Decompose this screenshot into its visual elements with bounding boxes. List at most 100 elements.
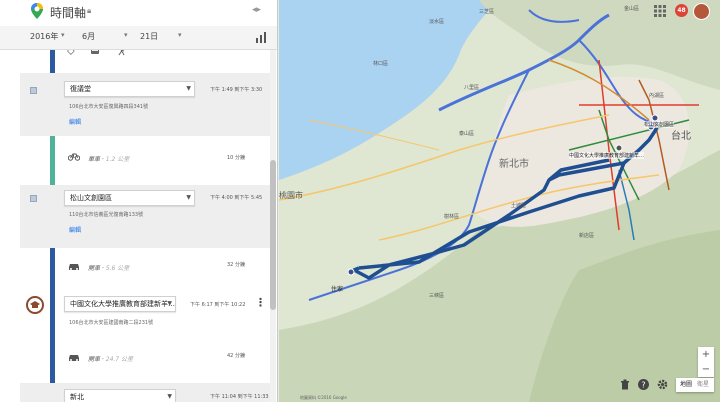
car-icon (69, 264, 79, 270)
map-label-city: 桃園市 (279, 191, 303, 200)
map-label-place: 中國文化大學推廣教育部建新羊… (569, 152, 645, 159)
bicycle-icon (68, 153, 80, 161)
place-name-select[interactable]: 復議堂 ▼ (64, 81, 195, 97)
collapse-panel-button[interactable]: ◂▸ (252, 5, 261, 15)
place-name-select[interactable]: 中國文化大學推廣教育部建新羊… ▼ (64, 296, 176, 312)
map-canvas[interactable] (278, 0, 720, 402)
map-label-district: 三峽區 (429, 293, 445, 299)
year-value: 2016年 (30, 32, 59, 41)
day-value: 21日 (140, 32, 159, 41)
top-bar: 時間軸 🔒︎ ◂▸ (0, 0, 277, 26)
trash-icon[interactable] (620, 379, 630, 390)
chevron-down-icon: ▼ (186, 85, 191, 92)
map-label-district: 土城區 (511, 203, 527, 209)
walk-icon (118, 50, 125, 56)
map-label-district: 泰山區 (459, 131, 475, 137)
edit-link[interactable]: 編輯 (69, 117, 81, 126)
timeline-list[interactable]: ⬦ 復議堂 ▼ 106台北市大安區復興路四段341號 編輯 下午 1:49 到下… (0, 50, 277, 402)
home-map-marker (347, 268, 355, 276)
date-selector-bar: 2016年 ▾ 6月 ▾ 21日 ▾ (0, 26, 277, 50)
map-label-district: 三芝區 (479, 9, 495, 15)
map-label-place: 松山文創園區 (644, 121, 675, 128)
chevron-down-icon: ▾ (61, 31, 65, 39)
edit-link[interactable]: 編輯 (69, 225, 81, 234)
map-label-district: 金山區 (624, 6, 640, 12)
day-select[interactable]: 21日 ▾ (140, 31, 185, 42)
chevron-down-icon: ▾ (124, 31, 128, 39)
month-select[interactable]: 6月 ▾ (82, 31, 132, 42)
place-marker-icon (30, 195, 37, 202)
timeline-rail-drive (50, 248, 55, 402)
place-name-select[interactable]: 松山文創園區 ▼ (64, 190, 195, 206)
zoom-in-button[interactable]: + (698, 347, 714, 362)
map-label-city: 台北 (671, 131, 691, 142)
move-mode: 開車 (88, 265, 101, 272)
map-type-toggle[interactable]: 地圖 衛星 (676, 378, 714, 392)
lock-icon: 🔒︎ (87, 6, 92, 15)
map-label-district: 樹林區 (444, 214, 460, 220)
bar-chart-icon[interactable] (255, 31, 267, 43)
person-icon: ⬦ (67, 50, 75, 57)
zoom-controls: + − (698, 347, 714, 377)
scrollbar[interactable] (270, 50, 276, 402)
timeline-panel: 時間軸 🔒︎ ◂▸ 2016年 ▾ 6月 ▾ 21日 ▾ ⬦ 復議堂 ▼ 106… (0, 0, 278, 402)
help-icon[interactable]: ? (638, 379, 649, 390)
map-attribution: 地圖資料 ©2016 Google (300, 395, 347, 400)
move-distance: 1.2 公里 (105, 156, 130, 163)
place-card[interactable]: 松山文創園區 ▼ 110台北市信義區光復南路133號 編輯 下午 4:00 到下… (20, 185, 277, 248)
time-range: 下午 4:00 到下午 5:45 (210, 195, 263, 201)
school-map-marker (615, 144, 623, 152)
move-mode: 單車 (88, 156, 101, 163)
zoom-out-button[interactable]: − (698, 362, 714, 377)
time-range: 下午 11:04 到下午 11:33 (210, 394, 269, 400)
notification-badge[interactable]: 48 (675, 4, 688, 17)
svg-text:?: ? (641, 381, 645, 390)
place-address: 106台北市大安區建國南路二段231號 (69, 320, 154, 326)
map-type-satellite[interactable]: 衛星 (697, 378, 709, 392)
map-label-district: 新店區 (579, 233, 595, 239)
more-options-icon[interactable]: ⋮ (255, 297, 266, 308)
place-name: 中國文化大學推廣教育部建新羊… (70, 300, 175, 308)
year-select[interactable]: 2016年 ▾ (30, 31, 70, 42)
avatar[interactable] (693, 3, 710, 20)
map-type-map[interactable]: 地圖 (680, 378, 692, 392)
page-title: 時間軸 (50, 6, 87, 20)
place-name-select[interactable]: 新北 ▼ (64, 389, 176, 402)
map-label-city: 新北市 (499, 159, 529, 170)
place-name: 松山文創園區 (70, 194, 112, 202)
map-label-district: 淡水區 (429, 19, 445, 25)
school-marker-icon (26, 296, 44, 314)
place-marker-icon (30, 87, 37, 94)
car-icon (69, 355, 79, 361)
move-duration: 42 分鐘 (227, 353, 245, 359)
place-name: 復議堂 (70, 85, 91, 93)
chevron-down-icon: ▼ (167, 300, 172, 307)
place-card[interactable]: 新北 ▼ 下午 11:04 到下午 11:33 ⋮ (20, 383, 277, 402)
place-address: 106台北市大安區復興路四段341號 (69, 104, 149, 110)
move-duration: 32 分鐘 (227, 262, 245, 268)
map-label-district: 林口區 (373, 61, 389, 67)
move-mode-label: 開車 · 24.7 公里 (88, 356, 134, 363)
move-mode-label: 單車 · 1.2 公里 (88, 156, 130, 163)
place-card[interactable]: 復議堂 ▼ 106台北市大安區復興路四段341號 編輯 下午 1:49 到下午 … (20, 73, 277, 136)
place-address: 110台北市信義區光復南路133號 (69, 212, 144, 218)
map-label-district: 八里區 (464, 85, 480, 91)
chevron-down-icon: ▼ (186, 194, 191, 201)
chevron-down-icon: ▾ (178, 31, 182, 39)
map-label-place: 住家 (331, 286, 344, 293)
bus-icon (91, 50, 99, 54)
move-distance: 24.7 公里 (105, 356, 134, 363)
scrollbar-thumb[interactable] (270, 160, 276, 310)
map-view[interactable]: 新北市 台北 桃園市 林口區 淡水區 三芝區 金山區 八里區 泰山區 樹林區 三… (278, 0, 720, 402)
move-duration: 10 分鐘 (227, 155, 245, 161)
map-label-district: 內湖區 (649, 93, 665, 99)
move-distance: 5.6 公里 (105, 265, 130, 272)
apps-grid-icon[interactable] (654, 5, 666, 17)
chevron-down-icon: ▼ (167, 393, 172, 400)
place-name: 新北 (70, 393, 84, 401)
move-mode: 開車 (88, 356, 101, 363)
time-range: 下午 6:17 到下午 10:22 (190, 302, 246, 308)
move-mode-label: 開車 · 5.6 公里 (88, 265, 130, 272)
gear-icon[interactable] (657, 379, 668, 390)
maps-logo-icon (31, 3, 43, 19)
